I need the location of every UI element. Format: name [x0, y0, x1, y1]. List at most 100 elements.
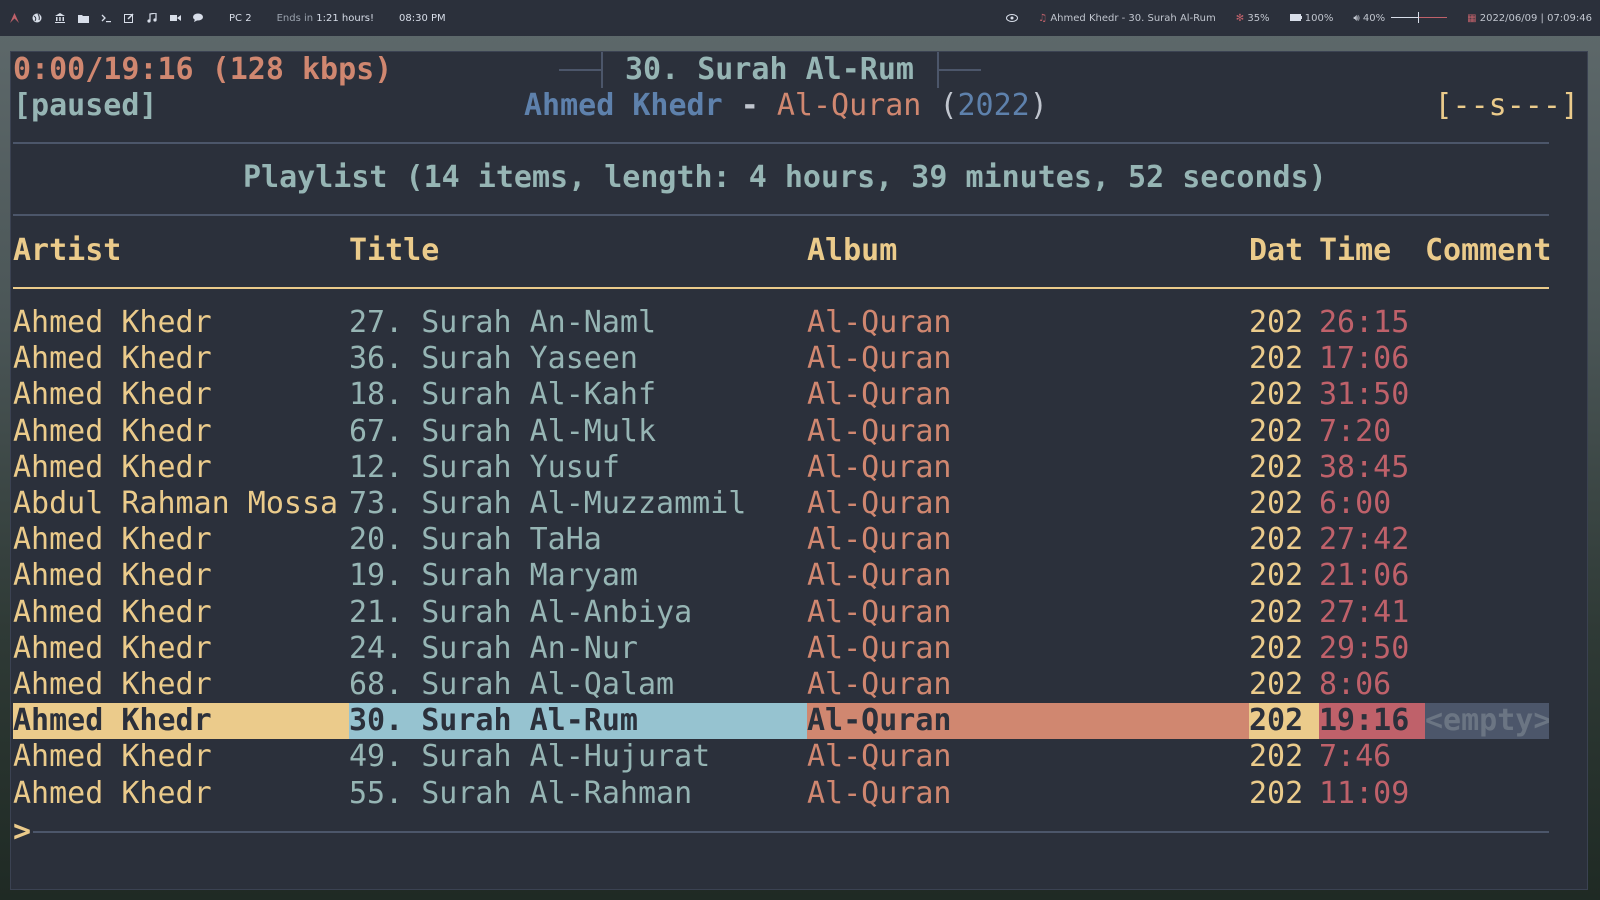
- cell-title: 68. Surah Al-Qalam: [349, 667, 675, 702]
- col-date[interactable]: Dat: [1249, 233, 1303, 269]
- cell-time: 19:16: [1319, 703, 1425, 739]
- battery-icon: [1289, 13, 1302, 24]
- col-album[interactable]: Album: [807, 233, 897, 269]
- np-album: Al-Quran: [776, 88, 922, 123]
- cell-title: 73. Surah Al-Muzzammil: [349, 486, 747, 521]
- cell-comment: [1425, 341, 1549, 377]
- cell-album: Al-Quran: [807, 450, 952, 485]
- table-row[interactable]: Ahmed Khedr 19. Surah Maryam Al-Quran 202 21…: [13, 558, 1549, 594]
- cell-date: 202: [1249, 305, 1304, 340]
- battery-value: 100%: [1304, 12, 1334, 24]
- cell-comment: [1425, 450, 1549, 486]
- header-underline: [13, 287, 1549, 289]
- title-box-line-left: [559, 69, 601, 71]
- table-row[interactable]: Ahmed Khedr 24. Surah An-Nur Al-Quran 202 29…: [13, 631, 1549, 667]
- cell-comment: [1425, 667, 1549, 703]
- clock: 08:30 PM: [399, 12, 446, 24]
- cell-time: 11:09: [1319, 776, 1410, 811]
- table-row[interactable]: Ahmed Khedr 68. Surah Al-Qalam Al-Quran 202…: [13, 667, 1549, 703]
- title-box-line-right: [939, 69, 981, 71]
- cell-time: 27:42: [1319, 522, 1410, 557]
- col-artist[interactable]: Artist: [13, 233, 121, 269]
- cell-artist: Ahmed Khedr: [13, 522, 212, 557]
- terminal-icon[interactable]: [100, 14, 112, 23]
- music-icon[interactable]: [146, 13, 158, 23]
- folder-icon[interactable]: [77, 14, 89, 23]
- cell-time: 31:50: [1319, 377, 1410, 412]
- cell-title: 49. Surah Al-Hujurat: [349, 739, 711, 774]
- col-time[interactable]: Time: [1319, 233, 1391, 269]
- playback-progress: 0:00/19:16 (128 kbps): [13, 52, 393, 87]
- cell-date: 202: [1249, 486, 1304, 521]
- cell-album: Al-Quran: [807, 739, 952, 774]
- cell-time: 7:20: [1319, 414, 1392, 449]
- mode-flags: [--s---]: [1434, 88, 1580, 123]
- cell-title: 19. Surah Maryam: [349, 558, 638, 593]
- cpu-status: ✻ 35%: [1236, 13, 1270, 24]
- datetime-value: 2022/06/09 | 07:09:46: [1479, 12, 1592, 24]
- cell-album: Al-Quran: [807, 631, 952, 666]
- cell-artist: Ahmed Khedr: [13, 776, 212, 811]
- table-row[interactable]: Ahmed Khedr 27. Surah An-Naml Al-Quran 202 2…: [13, 305, 1549, 341]
- cell-artist: Ahmed Khedr: [13, 414, 212, 449]
- cell-date: 202: [1249, 703, 1319, 739]
- bank-icon[interactable]: [54, 13, 66, 23]
- arch-icon[interactable]: [8, 13, 20, 23]
- cell-date: 202: [1249, 450, 1304, 485]
- cell-title: 67. Surah Al-Mulk: [349, 414, 657, 449]
- volume-icon: 🔊︎: [1353, 12, 1360, 24]
- table-row[interactable]: Ahmed Khedr 20. Surah TaHa Al-Quran 202 27:4…: [13, 522, 1549, 558]
- col-title[interactable]: Title: [349, 233, 439, 269]
- edit-icon[interactable]: [123, 13, 135, 23]
- cell-artist: Ahmed Khedr: [13, 667, 212, 702]
- cell-time: 38:45: [1319, 450, 1410, 485]
- volume-status[interactable]: 🔊︎ 40%: [1353, 12, 1448, 24]
- cell-time: 26:15: [1319, 305, 1410, 340]
- cell-artist: Ahmed Khedr: [13, 341, 212, 376]
- cell-time: 6:00: [1319, 486, 1392, 521]
- table-row[interactable]: Ahmed Khedr 55. Surah Al-Rahman Al-Quran 20…: [13, 776, 1549, 812]
- cell-artist: Abdul Rahman Mossa: [13, 486, 339, 521]
- table-row[interactable]: Abdul Rahman Mossa 73. Surah Al-Muzzammil…: [13, 486, 1549, 522]
- cell-comment: <empty>: [1425, 703, 1549, 739]
- cell-album: Al-Quran: [807, 595, 952, 630]
- col-comment[interactable]: Comment: [1425, 233, 1551, 269]
- table-row[interactable]: Ahmed Khedr 36. Surah Yaseen Al-Quran 202 17…: [13, 341, 1549, 377]
- cell-date: 202: [1249, 341, 1304, 376]
- volume-slider[interactable]: [1391, 12, 1448, 23]
- table-row[interactable]: Ahmed Khedr 67. Surah Al-Mulk Al-Quran 202 7…: [13, 414, 1549, 450]
- workspace-label: PC 2: [229, 12, 252, 24]
- cell-time: 29:50: [1319, 631, 1410, 666]
- cell-comment: [1425, 522, 1549, 558]
- cell-album: Al-Quran: [807, 558, 952, 593]
- chat-icon[interactable]: [192, 13, 204, 23]
- now-playing[interactable]: ♫ Ahmed Khedr - 30. Surah Al-Rum: [1038, 13, 1216, 24]
- table-row-selected[interactable]: Ahmed Khedr 30. Surah Al-Rum Al-Quran 202 19…: [13, 703, 1549, 739]
- cell-comment: [1425, 631, 1549, 667]
- cell-artist: Ahmed Khedr: [13, 558, 212, 593]
- cell-artist: Ahmed Khedr: [13, 631, 212, 666]
- cell-artist: Ahmed Khedr: [13, 305, 212, 340]
- cell-title: 30. Surah Al-Rum: [349, 703, 807, 739]
- np-year: 2022: [957, 88, 1030, 123]
- table-row[interactable]: Ahmed Khedr 21. Surah Al-Anbiya Al-Quran 20…: [13, 595, 1549, 631]
- table-row[interactable]: Ahmed Khedr 18. Surah Al-Kahf Al-Quran 202 3…: [13, 377, 1549, 413]
- cell-title: 55. Surah Al-Rahman: [349, 776, 693, 811]
- cell-title: 20. Surah TaHa: [349, 522, 602, 557]
- track-title: 30. Surah Al-Rum: [625, 52, 914, 87]
- playlist-header: Artist Title Album Dat Time Comment: [13, 233, 1551, 269]
- separator-mid: [13, 214, 1549, 216]
- globe-icon[interactable]: [31, 13, 43, 23]
- table-row[interactable]: Ahmed Khedr 49. Surah Al-Hujurat Al-Quran 2…: [13, 739, 1549, 775]
- cell-album: Al-Quran: [807, 486, 952, 521]
- table-row[interactable]: Ahmed Khedr 12. Surah Yusuf Al-Quran 202 38:…: [13, 450, 1549, 486]
- cell-album: Al-Quran: [807, 414, 952, 449]
- command-prompt[interactable]: >: [13, 814, 31, 850]
- countdown: Ends in 1:21 hours!: [277, 13, 374, 24]
- eye-icon[interactable]: [1006, 14, 1019, 22]
- cell-date: 202: [1249, 595, 1304, 630]
- cell-comment: [1425, 739, 1549, 775]
- cell-artist: Ahmed Khedr: [13, 377, 212, 412]
- video-icon[interactable]: [169, 14, 181, 22]
- cell-comment: [1425, 486, 1549, 522]
